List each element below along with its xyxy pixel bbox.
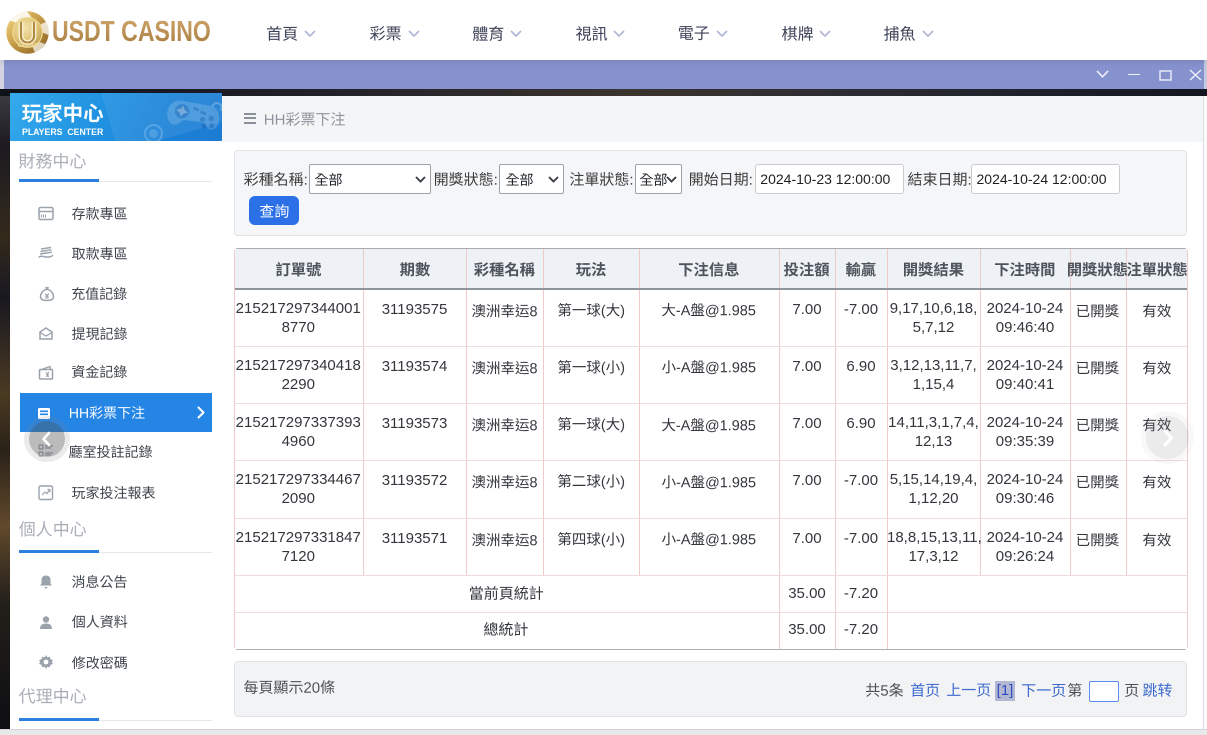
svg-text:CASINO: CASINO (18, 43, 38, 49)
